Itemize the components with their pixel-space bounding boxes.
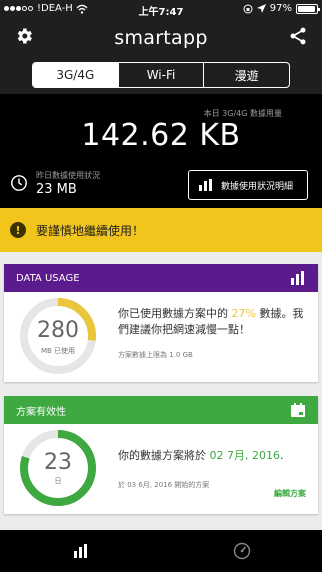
status-bar: !DEA-H 上午7:47 97% [0, 0, 322, 18]
plan-start-text: 於 03 6月, 2016 開始的方案 [118, 481, 210, 489]
bar-chart-icon [199, 179, 212, 191]
network-tabs: 3G/4G Wi-Fi 漫遊 [32, 62, 290, 88]
edit-plan-link[interactable]: 編輯方案 [274, 488, 306, 499]
data-usage-message: 你已使用數據方案中的 27% 數據。我們建議你把網速減慢一點！ [118, 306, 308, 338]
data-usage-caption: MB 已使用 [40, 347, 76, 355]
nav-speed[interactable] [161, 530, 322, 572]
calendar-icon[interactable] [290, 402, 306, 418]
plan-validity-card: 方案有效性 23 日 你的數據方案將於 02 7月, 2016. 於 03 6月… [4, 396, 318, 514]
data-usage-percent: 27% [231, 307, 256, 320]
tab-roaming[interactable]: 漫遊 [203, 63, 289, 87]
bar-chart-icon[interactable] [290, 270, 306, 286]
tab-3g-4g[interactable]: 3G/4G [33, 63, 118, 87]
battery-icon [296, 3, 320, 14]
bottom-nav [0, 530, 322, 572]
warning-text: 要謹慎地繼續使用！ [36, 223, 145, 238]
usage-details-label: 數據使用狀況明細 [221, 181, 294, 192]
rotation-lock-icon [243, 4, 253, 13]
data-usage-card: DATA USAGE 280 MB 已使用 你已使用數據方案中的 27% 數據。… [4, 264, 318, 382]
battery-percent: 97% [269, 3, 292, 14]
plan-card-header: 方案有效性 [4, 396, 318, 424]
data-usage-value: 280 [37, 318, 79, 343]
plan-message: 你的數據方案將於 02 7月, 2016. [118, 448, 308, 464]
bar-chart-icon [73, 544, 87, 558]
data-usage-card-header: DATA USAGE [4, 264, 318, 292]
speedometer-icon [233, 542, 250, 560]
warning-banner: ! 要謹慎地繼續使用！ [0, 208, 322, 252]
usage-amount: 142.62 KB [81, 118, 241, 153]
location-icon [256, 3, 266, 13]
data-usage-card-title: DATA USAGE [16, 272, 80, 284]
exclamation-icon: ! [10, 222, 26, 238]
plan-card-title: 方案有效性 [16, 406, 66, 418]
app-header: smartapp 3G/4G Wi-Fi 漫遊 [0, 18, 322, 94]
share-icon[interactable] [288, 26, 308, 46]
plan-message-suffix: . [279, 449, 284, 462]
usage-summary: 本日 3G/4G 數據用量 142.62 KB 昨日數據使用狀況 23 MB 數… [0, 94, 322, 208]
nav-usage[interactable] [0, 530, 161, 572]
yesterday-label: 昨日數據使用狀況 [36, 171, 100, 180]
plan-expiry-date: 02 7月, 2016 [209, 449, 280, 462]
tab-wifi[interactable]: Wi-Fi [117, 63, 204, 87]
app-title: smartapp [114, 27, 208, 49]
plan-days-caption: 日 [54, 477, 62, 485]
usage-details-button[interactable]: 數據使用狀況明細 [188, 170, 308, 200]
data-usage-message-prefix: 你已使用數據方案中的 [118, 307, 232, 320]
data-limit-text: 方案數據上限為 1.0 GB [118, 351, 193, 359]
plan-days-value: 23 [44, 450, 72, 475]
status-right: 97% [243, 3, 320, 14]
plan-message-prefix: 你的數據方案將於 [118, 449, 210, 462]
yesterday-value: 23 MB [36, 182, 77, 197]
clock-icon [11, 175, 27, 191]
